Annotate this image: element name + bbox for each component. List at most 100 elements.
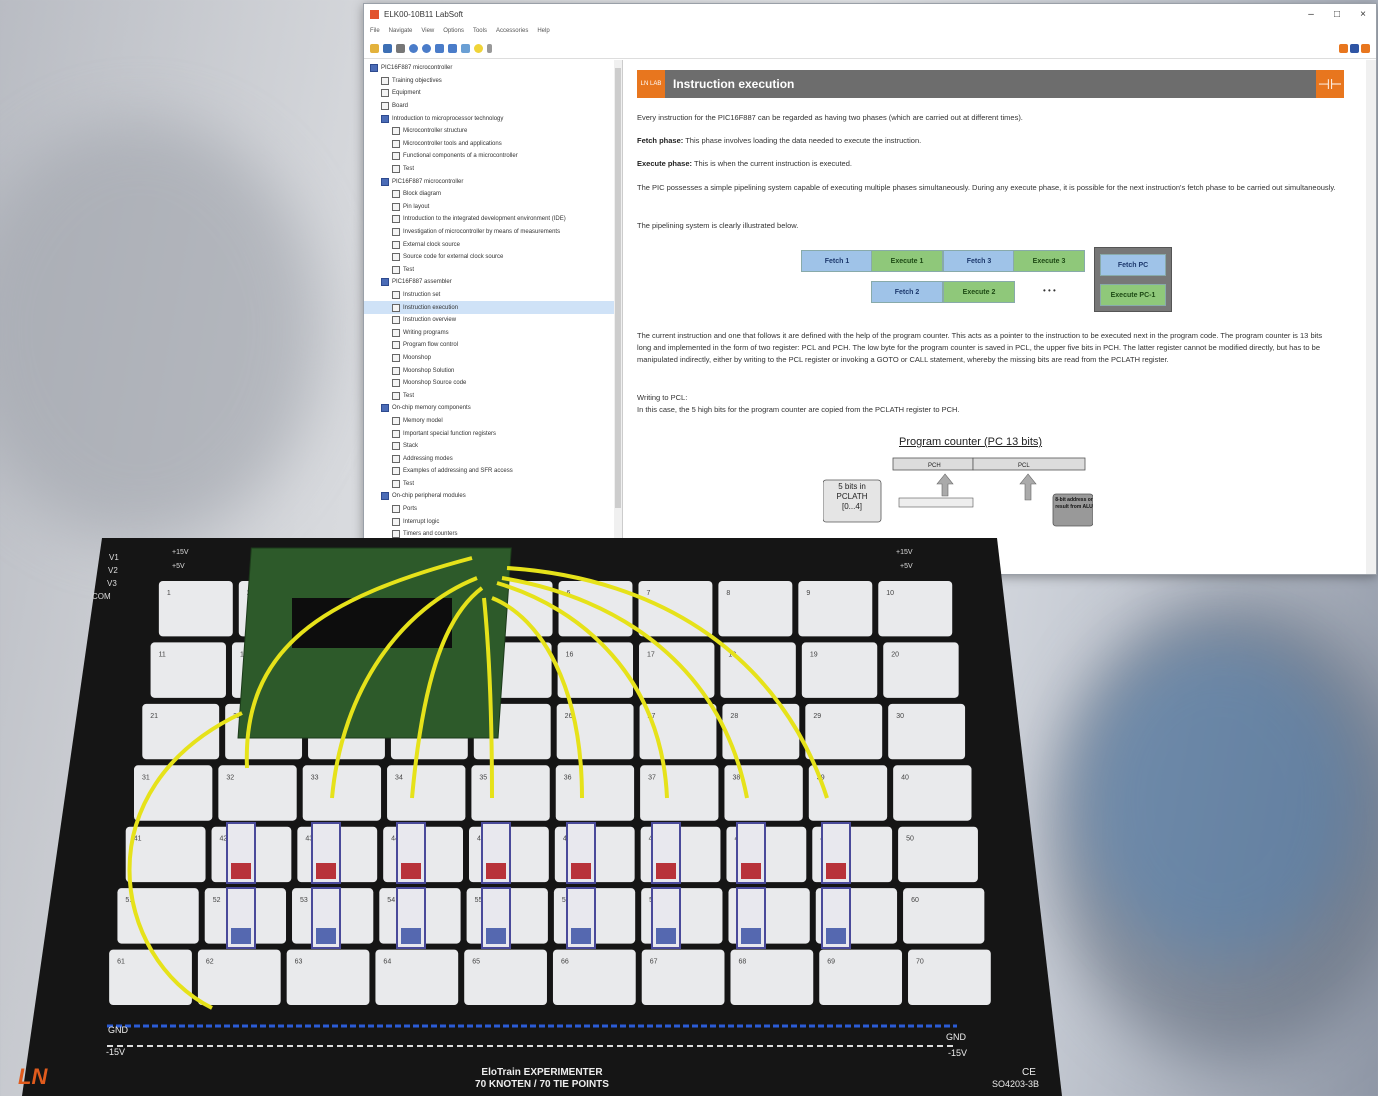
menu-help[interactable]: Help <box>537 28 549 34</box>
node-number: 52 <box>213 897 221 904</box>
help-icon[interactable] <box>1339 43 1348 53</box>
tree-item[interactable]: Test <box>364 478 622 491</box>
menu-navigate[interactable]: Navigate <box>389 28 413 34</box>
node-number: 67 <box>650 959 658 966</box>
tree-item[interactable]: Introduction to the integrated developme… <box>364 213 622 226</box>
tree-item[interactable]: Training objectives <box>364 75 622 88</box>
module-base <box>316 928 336 944</box>
module-base <box>571 928 591 944</box>
tree-item-label: Board <box>392 103 409 110</box>
tree-item[interactable]: Stack <box>364 440 622 453</box>
tree-item[interactable]: Moonshop <box>364 352 622 365</box>
save-icon[interactable] <box>383 43 392 53</box>
tree-scrollbar[interactable] <box>614 60 622 574</box>
tree-item-label: External clock source <box>403 241 461 248</box>
tree-item-label: Training objectives <box>392 77 442 84</box>
tree-item[interactable]: Pin layout <box>364 201 622 214</box>
tree-item[interactable]: PIC16F887 assembler <box>364 276 622 289</box>
menu-accessories[interactable]: Accessories <box>496 28 528 34</box>
print-icon[interactable] <box>396 43 405 53</box>
maximize-button[interactable]: □ <box>1324 9 1350 20</box>
menu-view[interactable]: View <box>421 28 434 34</box>
tree-item[interactable]: Microcontroller tools and applications <box>364 138 622 151</box>
dropdown-icon[interactable] <box>487 43 492 53</box>
tree-item[interactable]: Addressing modes <box>364 452 622 465</box>
content-scrollbar[interactable] <box>1366 60 1376 574</box>
tree-item[interactable]: Source code for external clock source <box>364 251 622 264</box>
tree-item[interactable]: PIC16F887 microcontroller <box>364 175 622 188</box>
menu-file[interactable]: File <box>370 28 380 34</box>
execute-label: Execute phase: <box>637 159 693 168</box>
gnd-label-left: GND <box>108 1025 129 1035</box>
tree-item[interactable]: Examples of addressing and SFR access <box>364 465 622 478</box>
page-icon <box>392 152 400 161</box>
tree-item[interactable]: Instruction set <box>364 289 622 302</box>
tree-item-label: Program flow control <box>403 342 459 349</box>
minimize-button[interactable]: – <box>1298 9 1324 20</box>
tree-item-label: Moonshop Source code <box>403 380 467 387</box>
tree-item[interactable]: Block diagram <box>364 188 622 201</box>
down-icon[interactable] <box>448 43 457 53</box>
node-number: 69 <box>827 959 835 966</box>
tree-item[interactable]: On-chip peripheral modules <box>364 490 622 503</box>
page-icon <box>392 165 400 174</box>
tree-item[interactable]: Instruction execution <box>364 301 622 314</box>
forward-icon[interactable] <box>422 43 431 53</box>
tree-item[interactable]: Interrupt logic <box>364 515 622 528</box>
up-icon[interactable] <box>435 43 444 53</box>
tree-item[interactable]: Moonshop Solution <box>364 364 622 377</box>
tree-item[interactable]: External clock source <box>364 238 622 251</box>
tree-item[interactable]: Test <box>364 264 622 277</box>
menu-tools[interactable]: Tools <box>473 28 487 34</box>
tree-item-label: PIC16F887 microcontroller <box>381 65 453 72</box>
pc-diagram-title: Program counter (PC 13 bits) <box>899 436 1043 448</box>
module-base <box>486 928 506 944</box>
tree-item[interactable]: On-chip memory components <box>364 402 622 415</box>
page-icon <box>392 290 400 299</box>
app-icon <box>370 9 379 19</box>
tree-item[interactable]: Writing programs <box>364 326 622 339</box>
folder-icon <box>381 404 389 413</box>
rail-15v-right: +15V <box>896 549 913 556</box>
folder-icon <box>381 177 389 186</box>
menu-options[interactable]: Options <box>443 28 464 34</box>
open-icon[interactable] <box>370 43 379 53</box>
tree-item[interactable]: Board <box>364 100 622 113</box>
page-icon <box>392 467 400 476</box>
pipeline-legend: Fetch PC Execute PC-1 <box>1094 247 1172 312</box>
node-number: 60 <box>911 897 919 904</box>
v3-label: V3 <box>107 579 117 588</box>
v1-label: V1 <box>109 553 119 562</box>
tree-item[interactable]: Microcontroller structure <box>364 125 622 138</box>
page-icon <box>392 190 400 199</box>
tree-item[interactable]: Ports <box>364 503 622 516</box>
tree-item[interactable]: Memory model <box>364 415 622 428</box>
tree-item[interactable]: Test <box>364 389 622 402</box>
tree-item[interactable]: PIC16F887 microcontroller <box>364 62 622 75</box>
language-icon[interactable] <box>1350 43 1359 53</box>
title-bar: ELK00-10B11 LabSoft – □ × <box>364 4 1376 24</box>
tree-item[interactable]: Moonshop Source code <box>364 377 622 390</box>
tree-item-label: Timers and counters <box>403 531 458 538</box>
node-number: 68 <box>738 959 746 966</box>
tree-item-label: Microcontroller tools and applications <box>403 140 502 147</box>
toolbar <box>364 38 1376 59</box>
tree-item[interactable]: Test <box>364 163 622 176</box>
tree-item[interactable]: Program flow control <box>364 339 622 352</box>
back-icon[interactable] <box>409 43 418 53</box>
folder-icon <box>381 114 389 123</box>
monitor-icon[interactable] <box>461 43 470 53</box>
module-base <box>656 863 676 879</box>
tree-item[interactable]: Important special function registers <box>364 427 622 440</box>
tree-item[interactable]: Introduction to microprocessor technolog… <box>364 112 622 125</box>
page-icon <box>392 139 400 148</box>
tree-scroll-thumb[interactable] <box>615 68 621 508</box>
tree-item[interactable]: Investigation of microcontroller by mean… <box>364 226 622 239</box>
lightbulb-icon[interactable] <box>474 43 483 53</box>
tree-item[interactable]: Instruction overview <box>364 314 622 327</box>
tree-item-label: Important special function registers <box>403 430 497 437</box>
circuit-icon[interactable]: ⊣⊢ <box>1316 70 1344 98</box>
tree-item[interactable]: Functional components of a microcontroll… <box>364 150 622 163</box>
close-button[interactable]: × <box>1350 9 1376 20</box>
tree-item[interactable]: Equipment <box>364 87 622 100</box>
